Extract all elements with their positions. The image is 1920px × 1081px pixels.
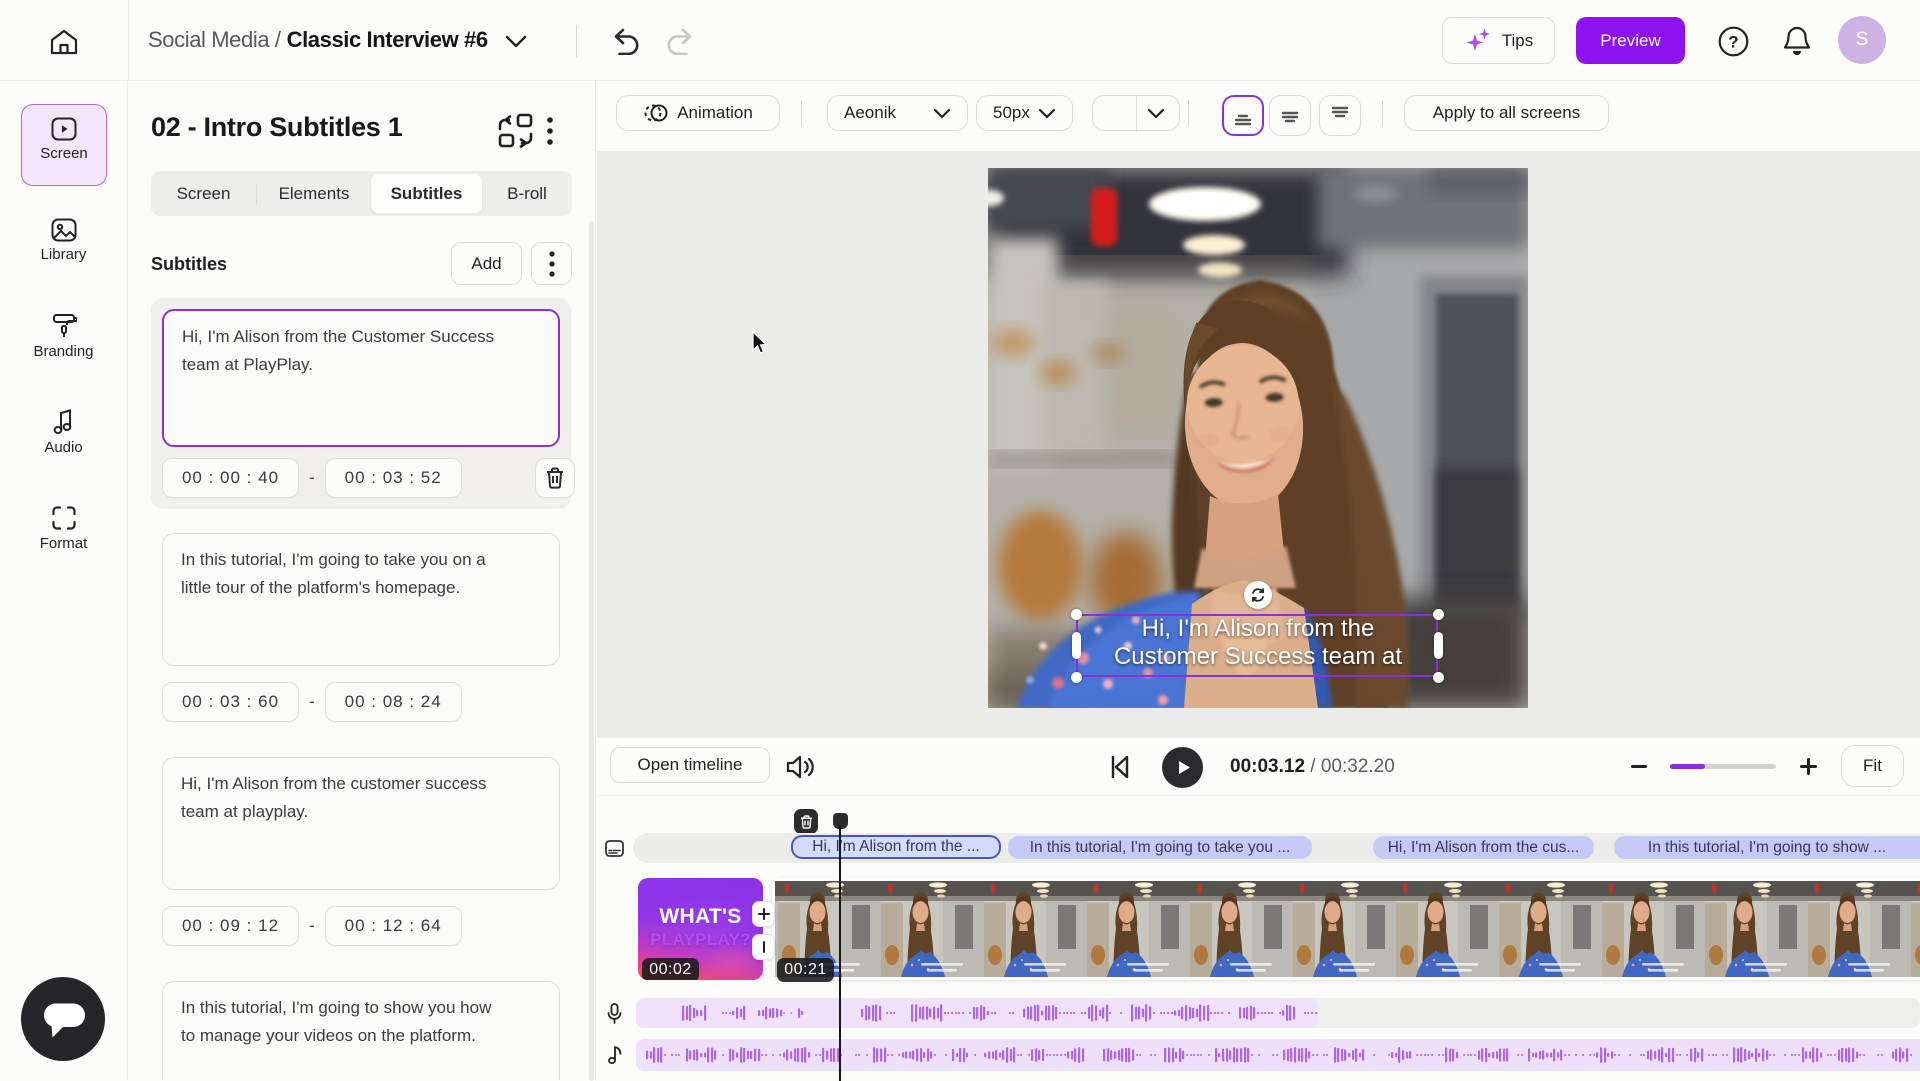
svg-text:?: ? bbox=[1728, 33, 1738, 52]
